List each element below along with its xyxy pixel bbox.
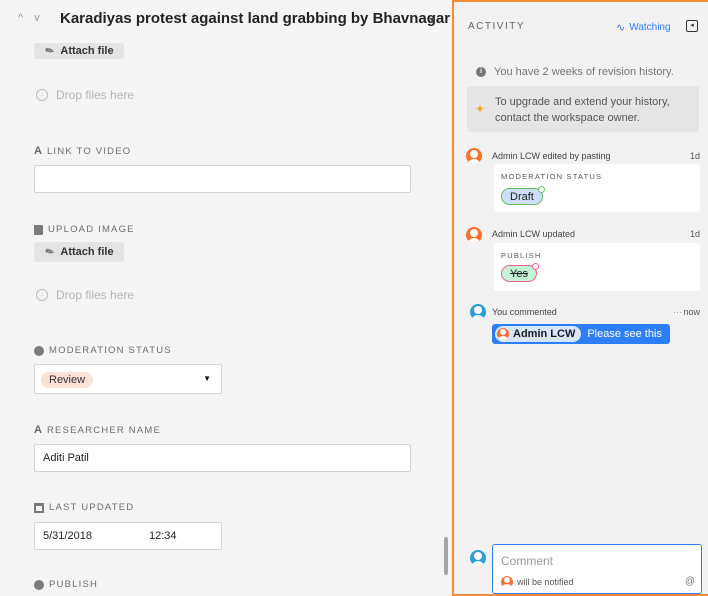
avatar-self [470, 550, 486, 566]
status-badge-review: Review [41, 372, 94, 388]
watching-label: Watching [629, 22, 671, 33]
link-to-video-label: LINK TO VIDEO [46, 145, 132, 157]
moderation-status-select[interactable]: Review ▼ [34, 364, 222, 394]
chevron-down-icon: ▼ [203, 374, 211, 383]
comment-bubble: Admin LCW Please see this [492, 324, 670, 344]
watching-button[interactable]: ∿ Watching [616, 21, 671, 34]
sparkle-icon: ✦ [475, 102, 486, 116]
paperclip-icon: ✎ [43, 44, 57, 58]
added-indicator-icon [537, 186, 545, 193]
download-icon: ↓ [36, 289, 48, 301]
attach-file-button-top[interactable]: ✎ Attach file [34, 43, 124, 59]
field-label-publish: PUBLISH [34, 579, 98, 590]
publish-label: PUBLISH [49, 579, 99, 590]
draft-chip-label: Draft [510, 191, 534, 203]
upgrade-notice-text: To upgrade and extend your history, cont… [495, 96, 670, 124]
activity-panel: ACTIVITY ∿ Watching ◂ i You have 2 weeks… [452, 0, 708, 596]
activity-entry-time: 1d [689, 229, 700, 239]
upload-image-label: UPLOAD IMAGE [48, 224, 135, 235]
calendar-icon [34, 502, 44, 513]
activity-entry-time: 1d [689, 151, 700, 161]
comment-actor: You commented [492, 307, 557, 317]
upgrade-notice: ✦ To upgrade and extend your history, co… [467, 86, 699, 132]
activity-change-card: PUBLISH Yes [494, 243, 700, 291]
notify-text: will be notified [517, 577, 574, 587]
field-label-researcher-name: A RESEARCHER NAME [34, 424, 161, 436]
avatar[interactable] [466, 148, 482, 164]
field-label-upload-image: UPLOAD IMAGE [34, 224, 135, 235]
drop-files-label: Drop files here [56, 88, 135, 102]
info-icon: i [476, 67, 486, 77]
status-badge-yes-removed: Yes [501, 263, 539, 282]
file-icon [34, 224, 43, 235]
comment-text: Please see this [587, 328, 662, 340]
comment-more-icon[interactable]: ··· [673, 307, 682, 317]
comment-placeholder: Comment [501, 554, 554, 568]
avatar [497, 328, 509, 340]
field-label-moderation-status: MODERATION STATUS [34, 345, 172, 356]
link-to-video-input[interactable] [34, 165, 411, 193]
attach-file-label: Attach file [60, 246, 114, 258]
download-icon: ↓ [36, 89, 48, 101]
last-updated-input[interactable]: 5/31/2018 12:34 [34, 522, 222, 550]
researcher-name-input[interactable]: Aditi Patil [34, 444, 411, 472]
status-badge-draft: Draft [501, 186, 545, 205]
activity-entry-actor: Admin LCW edited by pasting [492, 151, 611, 161]
single-select-icon [34, 345, 44, 356]
attach-file-label: Attach file [60, 45, 114, 57]
avatar[interactable] [466, 227, 482, 243]
text-field-icon: A [34, 424, 42, 436]
record-menu-caret-icon[interactable]: ▼ [428, 15, 437, 25]
activity-change-card: MODERATION STATUS Draft [494, 164, 700, 212]
yes-chip-label: Yes [510, 268, 528, 280]
mention-name: Admin LCW [513, 328, 576, 340]
record-form-panel: ^ v Karadiyas protest against land grabb… [0, 0, 452, 596]
researcher-name-label: RESEARCHER NAME [46, 424, 162, 436]
change-field-label: PUBLISH [501, 251, 542, 260]
rss-icon: ∿ [616, 22, 626, 34]
revision-notice-text: You have 2 weeks of revision history. [494, 66, 674, 78]
paperclip-icon: ✎ [43, 245, 57, 259]
mention-chip[interactable]: Admin LCW [495, 326, 582, 342]
avatar [501, 576, 513, 588]
record-header: ^ v Karadiyas protest against land grabb… [0, 0, 452, 40]
field-label-last-updated: LAST UPDATED [34, 502, 134, 513]
attach-file-button[interactable]: ✎ Attach file [34, 242, 124, 262]
change-field-label: MODERATION STATUS [501, 172, 603, 181]
drop-zone-image[interactable]: ↓ Drop files here [36, 288, 134, 302]
form-scrollbar[interactable] [444, 537, 448, 575]
notify-line: will be notified [501, 576, 574, 588]
drop-zone-attachments[interactable]: ↓ Drop files here [36, 88, 134, 102]
activity-entry-actor: Admin LCW updated [492, 229, 576, 239]
record-title: Karadiyas protest against land grabbing … [60, 10, 452, 27]
last-updated-date: 5/31/2018 [43, 530, 92, 542]
comment-input[interactable]: Comment will be notified @ [492, 544, 702, 594]
avatar-self[interactable] [470, 304, 486, 320]
checkbox-field-icon [34, 579, 44, 590]
revision-notice: i You have 2 weeks of revision history. [476, 66, 674, 78]
mention-button[interactable]: @ [685, 576, 695, 587]
activity-title: ACTIVITY [468, 21, 526, 32]
record-nav-arrows[interactable]: ^ v [18, 12, 44, 24]
last-updated-label: LAST UPDATED [49, 502, 135, 513]
comment-time: now [683, 307, 700, 317]
text-field-icon: A [34, 145, 42, 157]
field-label-link-to-video: A LINK TO VIDEO [34, 145, 131, 157]
moderation-status-label: MODERATION STATUS [49, 345, 172, 356]
collapse-panel-icon[interactable]: ◂ [686, 20, 698, 32]
researcher-name-value: Aditi Patil [43, 452, 89, 464]
removed-indicator-icon [531, 263, 539, 270]
last-updated-time: 12:34 [149, 530, 177, 542]
drop-files-label: Drop files here [56, 288, 135, 302]
